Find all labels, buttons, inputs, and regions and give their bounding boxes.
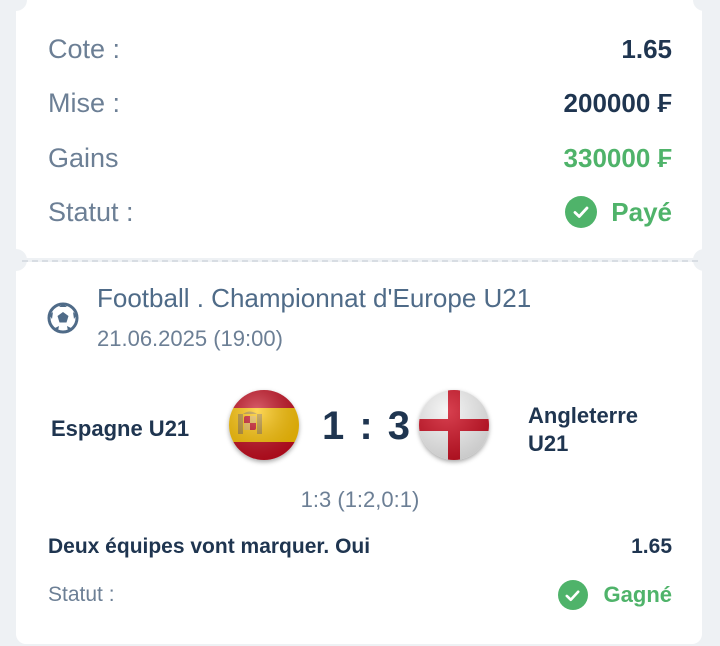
bet-status-label: Statut :	[48, 583, 115, 606]
odds-value: 1.65	[621, 34, 672, 64]
bet-status-row: Statut : Gagné	[48, 580, 672, 610]
stake-label: Mise :	[48, 88, 121, 118]
away-team-name-line2: U21	[528, 431, 569, 456]
match-score: 1 : 3	[322, 404, 413, 448]
winnings-row: Gains 330000 ₣	[48, 143, 672, 174]
status-value: Payé	[611, 196, 672, 227]
bet-status-value-group: Gagné	[557, 580, 672, 610]
soccer-ball-icon	[47, 302, 79, 339]
home-team-name: Espagne U21	[51, 416, 190, 441]
bet-status-value: Gagné	[603, 582, 672, 607]
spain-flag-icon	[229, 390, 299, 460]
stake-value: 200000 ₣	[563, 88, 672, 118]
event-datetime: 21.06.2025 (19:00)	[97, 326, 283, 351]
england-flag-icon	[419, 390, 489, 460]
away-team-name: Angleterre U21	[528, 402, 638, 458]
score-detail: 1:3 (1:2,0:1)	[300, 487, 420, 512]
odds-row: Cote : 1.65	[48, 34, 672, 65]
status-label: Statut :	[48, 196, 134, 227]
league-title: Football . Championnat d'Europe U21	[97, 283, 532, 313]
check-circle-icon	[557, 580, 588, 610]
stake-row: Mise : 200000 ₣	[48, 88, 672, 119]
status-value-group: Payé	[565, 196, 672, 228]
check-circle-icon	[565, 196, 598, 228]
bet-odds: 1.65	[631, 535, 672, 558]
odds-label: Cote :	[48, 34, 121, 64]
bet-selection: Deux équipes vont marquer. Oui	[48, 535, 371, 558]
away-team-name-line1: Angleterre	[528, 403, 639, 428]
winnings-value: 330000 ₣	[563, 143, 672, 173]
status-row: Statut : Payé	[48, 196, 672, 228]
ticket-divider	[22, 260, 698, 262]
bet-selection-row: Deux équipes vont marquer. Oui 1.65	[48, 535, 672, 559]
winnings-label: Gains	[48, 143, 119, 173]
